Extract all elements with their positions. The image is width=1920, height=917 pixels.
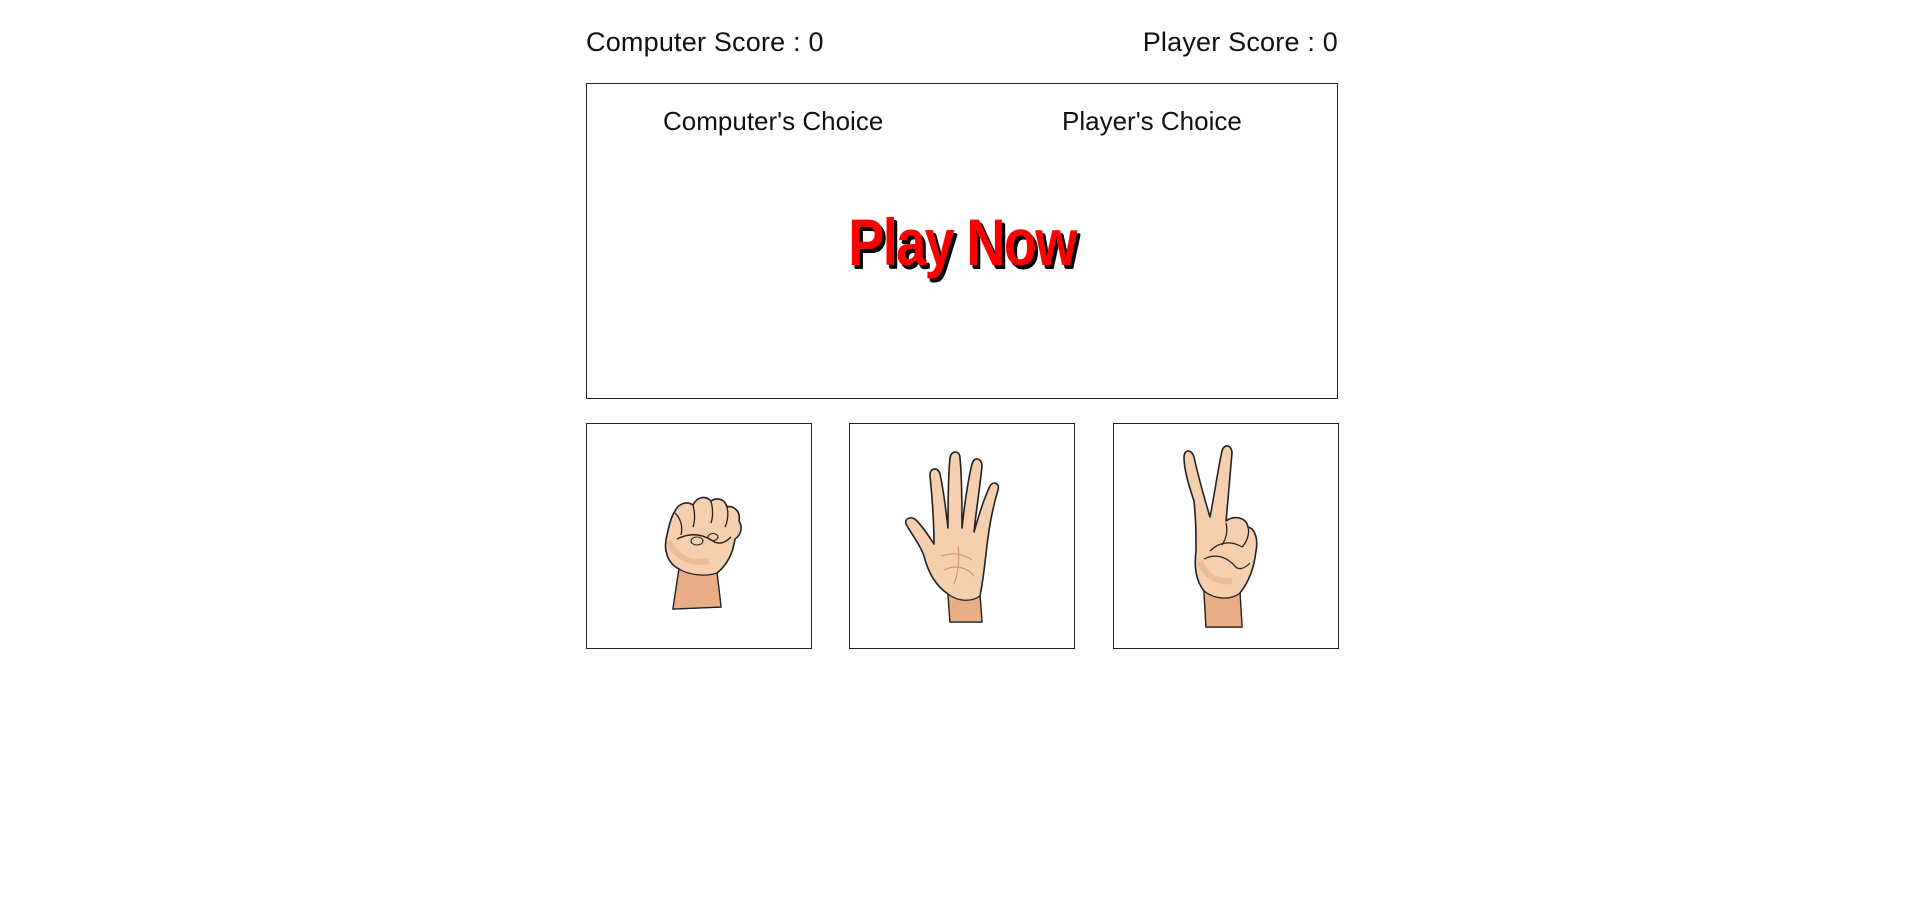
choice-options (586, 423, 1339, 649)
player-choice-label: Player's Choice (1062, 106, 1242, 136)
rock-option[interactable] (586, 423, 812, 649)
computer-choice-label: Computer's Choice (663, 106, 884, 136)
fist-hand-icon (664, 496, 742, 610)
scissors-option[interactable] (1113, 423, 1339, 649)
score-bar: Computer Score : 0 Player Score : 0 (586, 24, 1338, 60)
game-arena: Computer's Choice Player's Choice Play N… (586, 83, 1338, 399)
peace-sign-hand-icon (1183, 445, 1258, 628)
paper-option[interactable] (849, 423, 1075, 649)
player-score: Player Score : 0 (1142, 26, 1338, 57)
play-now-button[interactable]: Play Now (655, 204, 1270, 280)
computer-score: Computer Score : 0 (586, 26, 824, 57)
open-hand-icon (904, 451, 1000, 623)
